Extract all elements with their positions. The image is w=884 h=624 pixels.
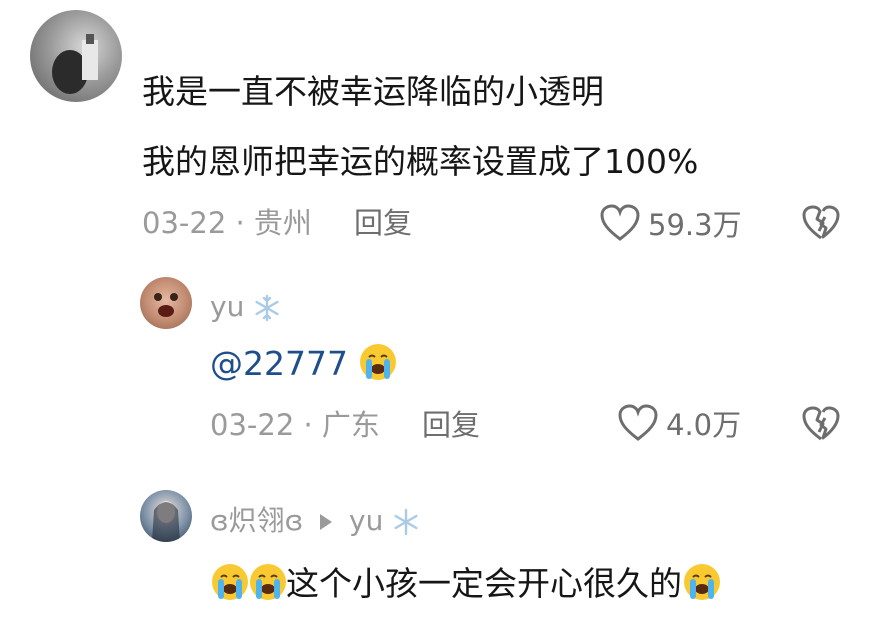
snowflake-icon (392, 508, 420, 536)
avatar[interactable] (140, 277, 192, 329)
broken-heart-icon[interactable] (802, 205, 840, 241)
heart-icon[interactable] (618, 404, 658, 442)
reply-to-username: yu (349, 504, 384, 537)
username-text: yu (210, 290, 245, 323)
avatar[interactable] (140, 490, 192, 542)
like-count: 59.3万 (648, 208, 742, 242)
like-count: 4.0万 (666, 408, 742, 442)
snowflake-icon (253, 294, 281, 322)
comment-meta: 03-22 · 广东 (210, 408, 380, 442)
comment-text-line: 我是一直不被幸运降临的小透明 (142, 72, 604, 111)
comment-body: 这个小孩一定会开心很久的 (286, 564, 682, 603)
avatar-photo-icon (52, 34, 98, 94)
broken-heart-icon[interactable] (802, 406, 840, 442)
username[interactable]: ɞ炽翎ɞ yu (210, 504, 420, 538)
crying-face-emoji (248, 562, 286, 600)
crying-face-emoji (210, 562, 248, 600)
crying-face-emoji (358, 342, 397, 380)
comment-text-line: 我的恩师把幸运的概率设置成了100% (142, 142, 699, 181)
mention-label: @22777 (210, 344, 348, 383)
reply-button[interactable]: 回复 (354, 206, 412, 240)
avatar[interactable] (30, 10, 122, 102)
comment-meta: 03-22 · 贵州 (142, 206, 312, 240)
triangle-right-icon (318, 512, 334, 532)
username-text: ɞ炽翎ɞ (210, 504, 304, 537)
comment-text: 这个小孩一定会开心很久的 (210, 562, 720, 604)
reply-button[interactable]: 回复 (422, 408, 480, 442)
mention-text[interactable]: @22777 (210, 342, 397, 384)
username[interactable]: yu (210, 290, 281, 324)
heart-icon[interactable] (600, 204, 640, 242)
crying-face-emoji (682, 562, 720, 600)
